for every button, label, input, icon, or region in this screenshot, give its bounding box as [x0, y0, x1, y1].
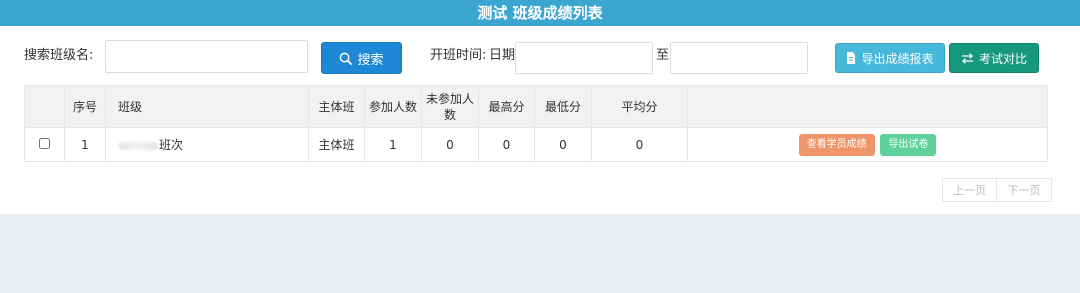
- header-attended: 参加人数: [364, 85, 422, 128]
- table-row: 1 班次 主体班 1 0 0 0 0 查看学员成绩 导出试卷: [24, 127, 1048, 162]
- search-button-label: 搜索: [357, 52, 384, 68]
- row-class-suffix: 班次: [159, 138, 184, 152]
- date-to-input[interactable]: [670, 42, 808, 74]
- row-class-cell: 班次: [105, 127, 309, 162]
- header-absent: 未参加人数: [421, 85, 479, 128]
- header-max: 最高分: [478, 85, 535, 128]
- table-header-row: 序号 班级 主体班 参加人数 未参加人数 最高分 最低分 平均分: [24, 85, 1048, 128]
- header-actions: [687, 85, 1048, 128]
- header-class: 班级: [105, 85, 309, 128]
- date-to-label: 至: [656, 48, 670, 63]
- row-type: 主体班: [308, 127, 365, 162]
- search-icon: [340, 52, 353, 65]
- exam-compare-label: 考试对比: [978, 51, 1027, 66]
- redacted-class-name: [118, 141, 158, 150]
- row-actions: 查看学员成绩 导出试卷: [687, 127, 1048, 162]
- open-time-label: 开班时间:: [430, 48, 487, 63]
- next-page-button[interactable]: 下一页: [996, 178, 1052, 202]
- main-panel: 测试 班级成绩列表 搜索班级名: 搜索 开班时间: 日期 至 导出成绩报表 考试…: [0, 0, 1080, 214]
- row-min: 0: [534, 127, 592, 162]
- date-from-input[interactable]: [515, 42, 653, 74]
- view-student-scores-button[interactable]: 查看学员成绩: [798, 133, 875, 156]
- row-select-cell: [24, 127, 65, 162]
- row-absent: 0: [421, 127, 479, 162]
- row-attended: 1: [364, 127, 422, 162]
- header-select: [24, 85, 65, 128]
- exam-compare-button[interactable]: 考试对比: [949, 43, 1039, 73]
- page-title: 测试 班级成绩列表: [0, 0, 1080, 26]
- header-avg: 平均分: [591, 85, 688, 128]
- header-min: 最低分: [534, 85, 592, 128]
- export-report-button[interactable]: 导出成绩报表: [835, 43, 945, 73]
- date-label: 日期: [489, 48, 516, 63]
- row-max: 0: [478, 127, 535, 162]
- document-icon: [847, 52, 856, 64]
- swap-arrows-icon: [961, 52, 973, 64]
- export-paper-button[interactable]: 导出试卷: [880, 133, 937, 156]
- prev-page-button[interactable]: 上一页: [942, 178, 997, 202]
- export-report-label: 导出成绩报表: [861, 51, 934, 66]
- row-avg: 0: [591, 127, 688, 162]
- class-name-label: 搜索班级名:: [24, 48, 94, 63]
- score-table: 序号 班级 主体班 参加人数 未参加人数 最高分 最低分 平均分 1 班次 主体…: [24, 85, 1048, 162]
- header-index: 序号: [64, 85, 106, 128]
- class-name-input[interactable]: [105, 40, 308, 73]
- search-button[interactable]: 搜索: [321, 42, 402, 74]
- row-index: 1: [64, 127, 106, 162]
- header-type: 主体班: [308, 85, 365, 128]
- row-checkbox[interactable]: [39, 137, 50, 149]
